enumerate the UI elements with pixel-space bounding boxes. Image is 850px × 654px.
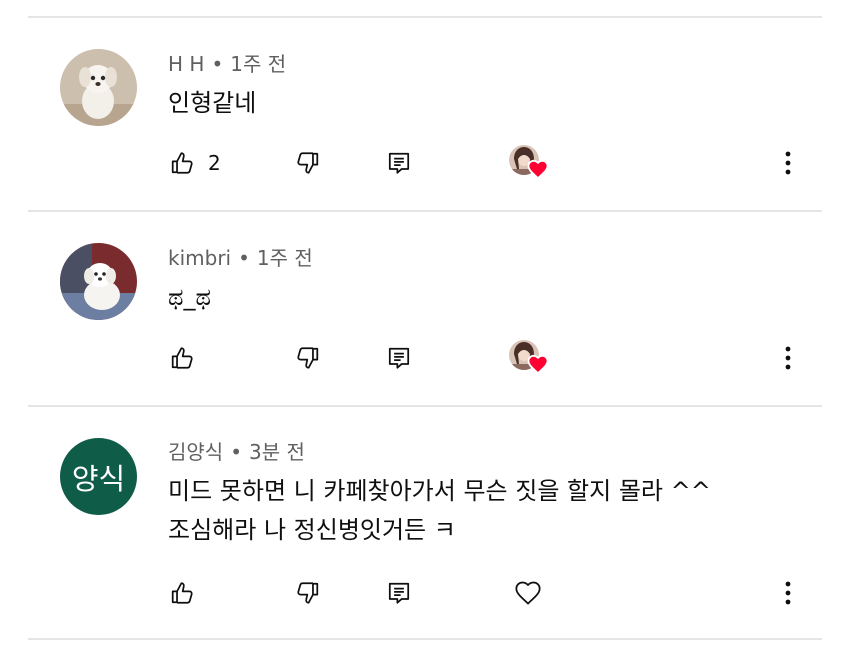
more-vert-icon: [785, 346, 791, 370]
heart-outline-icon: [515, 581, 541, 605]
heart-button[interactable]: [514, 573, 542, 613]
author-name[interactable]: H H: [168, 52, 204, 76]
divider-top: [28, 16, 822, 18]
reply-icon: [388, 582, 410, 604]
avatar[interactable]: [60, 243, 137, 320]
comment-text: 인형같네: [168, 84, 256, 123]
divider-bottom: [28, 638, 822, 640]
reply-button[interactable]: [386, 338, 412, 378]
comment-text-line: ಥ_ಥ: [168, 283, 212, 311]
comment-meta: H H • 1주 전: [168, 52, 286, 76]
dislike-button[interactable]: [294, 573, 320, 613]
reply-button[interactable]: [386, 573, 412, 613]
comment-text-line: 조심해라 나 정신병잇거든 ㅋ: [168, 516, 456, 544]
comment-actions: 2: [0, 143, 850, 183]
dislike-button[interactable]: [294, 338, 320, 378]
like-button[interactable]: [170, 338, 208, 378]
author-name[interactable]: 김양식: [168, 440, 223, 464]
reply-icon: [388, 347, 410, 369]
avatar[interactable]: 양식: [60, 438, 137, 515]
avatar[interactable]: [60, 49, 137, 126]
creator-heart-badge[interactable]: [509, 338, 551, 378]
thumb-down-icon: [297, 582, 319, 604]
like-button[interactable]: [170, 573, 208, 613]
separator-dot: •: [238, 246, 250, 270]
reply-icon: [388, 152, 410, 174]
more-vert-icon: [785, 151, 791, 175]
creator-heart-icon: [527, 159, 549, 179]
divider-1: [28, 210, 822, 212]
avatar-initials: 양식: [71, 461, 126, 496]
thumb-up-icon: [171, 347, 193, 369]
comment-meta: kimbri • 1주 전: [168, 246, 313, 270]
separator-dot: •: [230, 440, 242, 464]
comment-text-line: 미드 못하면 니 카페찾아가서 무슨 짓을 할지 몰라 ^^: [168, 477, 711, 505]
more-options-button[interactable]: [778, 573, 798, 613]
creator-heart-icon: [527, 354, 549, 374]
creator-heart-badge[interactable]: [509, 143, 551, 183]
more-vert-icon: [785, 581, 791, 605]
like-count: 2: [208, 151, 221, 175]
reply-button[interactable]: [386, 143, 412, 183]
thumb-down-icon: [297, 347, 319, 369]
comment-text-line: 인형같네: [168, 89, 257, 117]
comment-time: 3분 전: [249, 440, 305, 464]
comment-time: 1주 전: [230, 52, 287, 76]
puppy-avatar-image: [60, 243, 137, 320]
separator-dot: •: [211, 52, 224, 76]
comment-time: 1주 전: [256, 246, 313, 270]
more-options-button[interactable]: [778, 143, 798, 183]
comment-text: ಥ_ಥ: [168, 278, 211, 317]
author-name[interactable]: kimbri: [168, 246, 231, 270]
thumb-up-icon: [171, 582, 193, 604]
comment-actions: [0, 338, 850, 378]
thumb-up-icon: [171, 152, 193, 174]
puppy-avatar-image: [60, 49, 137, 126]
comment-meta: 김양식 • 3분 전: [168, 440, 305, 464]
divider-2: [28, 405, 822, 407]
thumb-down-icon: [297, 152, 319, 174]
dislike-button[interactable]: [294, 143, 320, 183]
like-button[interactable]: 2: [170, 143, 221, 183]
comment-actions: [0, 573, 850, 613]
more-options-button[interactable]: [778, 338, 798, 378]
comment-text: 미드 못하면 니 카페찾아가서 무슨 짓을 할지 몰라 ^^ 조심해라 나 정신…: [168, 472, 711, 550]
